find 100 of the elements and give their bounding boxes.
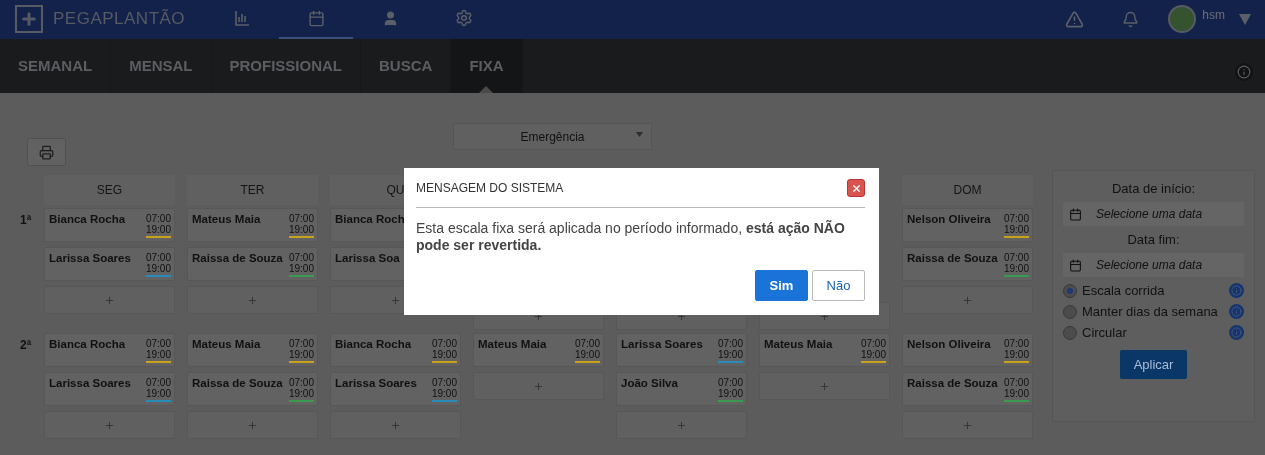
- start-date-label: Data de início:: [1110, 181, 1197, 196]
- shift-card[interactable]: Mateus Maia 07:00 19:00: [187, 333, 318, 367]
- shift-card[interactable]: Raissa de Souza 07:00 19:00: [902, 247, 1033, 281]
- shift-card[interactable]: Raissa de Souza 07:00 19:00: [187, 247, 318, 281]
- brand-name: PEGAPLANTÃO: [53, 9, 186, 30]
- start-date-input[interactable]: Selecione uma data: [1094, 206, 1238, 222]
- warning-icon[interactable]: [1064, 9, 1084, 29]
- radio-button[interactable]: [1063, 283, 1077, 298]
- end-date-input[interactable]: Selecione uma data: [1094, 257, 1238, 273]
- staff-name: Larissa Soares: [621, 338, 703, 352]
- shift-time: 19:00: [1003, 263, 1029, 277]
- radio-button[interactable]: [1063, 325, 1077, 340]
- dialog-button[interactable]: Sim: [755, 270, 808, 301]
- shift-time: 07:00: [431, 377, 457, 388]
- bell-icon[interactable]: [1121, 10, 1139, 28]
- shift-card[interactable]: Larissa Soares 07:00 19:00: [330, 372, 461, 406]
- plus-icon: [962, 294, 973, 306]
- radio-label[interactable]: Escala corrida: [1082, 283, 1224, 298]
- radio-label[interactable]: Manter dias da semana: [1082, 304, 1224, 319]
- staff-name: Bianca Roch: [335, 213, 405, 227]
- plus-icon: [676, 419, 687, 431]
- dialog-button[interactable]: Não: [812, 270, 865, 301]
- print-button[interactable]: [27, 138, 66, 166]
- end-date-label: Data fim:: [1126, 232, 1181, 247]
- shift-card[interactable]: Bianca Rocha 07:00 19:00: [330, 333, 461, 367]
- day-header: QU: [386, 183, 405, 197]
- shift-time: 19:00: [1003, 388, 1029, 402]
- shift-time: 19:00: [145, 263, 171, 277]
- shift-card[interactable]: Larissa Soares 07:00 19:00: [44, 247, 175, 281]
- staff-name: Raissa de Souza: [907, 377, 998, 391]
- plus-icon: [390, 419, 401, 431]
- shift-card[interactable]: Larissa Soares 07:00 19:00: [616, 333, 747, 367]
- staff-name: Larissa Soa: [335, 252, 400, 266]
- shift-time: 07:00: [145, 213, 171, 224]
- shift-time: 07:00: [1003, 338, 1029, 349]
- shift-time: 07:00: [288, 213, 314, 224]
- shift-time: 07:00: [1003, 252, 1029, 263]
- row-label: 1ª: [20, 213, 32, 227]
- plus-icon: [247, 294, 258, 306]
- shift-card[interactable]: Raissa de Souza 07:00 19:00: [187, 372, 318, 406]
- shift-card[interactable]: Bianca Rocha 07:00 19:00: [44, 333, 175, 367]
- logo-icon: [15, 5, 43, 34]
- shift-time: 19:00: [431, 349, 457, 363]
- shift-time: 19:00: [288, 224, 314, 238]
- start-date-field[interactable]: Selecione uma data: [1063, 202, 1244, 226]
- shift-card[interactable]: Mateus Maia 07:00 19:00: [473, 333, 604, 367]
- tab[interactable]: MENSAL: [111, 38, 212, 93]
- end-date-field[interactable]: Selecione uma data: [1063, 253, 1244, 277]
- tab[interactable]: FIXA: [451, 38, 523, 93]
- shift-time: 19:00: [431, 388, 457, 402]
- info-icon[interactable]: [1229, 283, 1244, 298]
- shift-card[interactable]: João Silva 07:00 19:00: [616, 372, 747, 406]
- shift-card[interactable]: Nelson Oliveira 07:00 19:00: [902, 208, 1033, 242]
- shift-time: 07:00: [145, 252, 171, 263]
- info-icon[interactable]: [1229, 325, 1244, 340]
- info-icon[interactable]: [1229, 304, 1244, 319]
- shift-time: 07:00: [288, 377, 314, 388]
- staff-name: Nelson Oliveira: [907, 338, 991, 352]
- user-name[interactable]: hsm: [1202, 8, 1225, 22]
- staff-name: Larissa Soares: [49, 377, 131, 391]
- settings-icon: [455, 9, 473, 28]
- info-icon[interactable]: [1235, 63, 1253, 81]
- staff-name: Mateus Maia: [192, 338, 261, 352]
- apply-button[interactable]: Aplicar: [1119, 350, 1188, 379]
- close-icon: [850, 182, 862, 194]
- staff-name: Nelson Oliveira: [907, 213, 991, 227]
- shift-time: 07:00: [288, 338, 314, 349]
- staff-name: Bianca Rocha: [49, 213, 126, 227]
- day-header: SEG: [96, 183, 123, 197]
- tab[interactable]: PROFISSIONAL: [211, 38, 362, 93]
- dialog-title: MENSAGEM DO SISTEMA: [416, 181, 564, 195]
- shift-time: 07:00: [431, 338, 457, 349]
- sector-dropdown[interactable]: Emergência: [453, 123, 652, 150]
- shift-time: 07:00: [860, 338, 886, 349]
- tab[interactable]: SEMANAL: [0, 38, 112, 93]
- radio-label[interactable]: Circular: [1082, 325, 1224, 340]
- shift-time: 19:00: [1003, 349, 1029, 363]
- calendar-icon: [1069, 257, 1082, 273]
- shift-time: 19:00: [145, 224, 171, 238]
- shift-card[interactable]: Raissa de Souza 07:00 19:00: [902, 372, 1033, 406]
- staff-name: Raissa de Souza: [192, 377, 283, 391]
- radio-button[interactable]: [1063, 304, 1077, 319]
- shift-card[interactable]: Mateus Maia 07:00 19:00: [187, 208, 318, 242]
- shift-time: 07:00: [717, 377, 743, 388]
- shift-card[interactable]: Bianca Rocha 07:00 19:00: [44, 208, 175, 242]
- caret-icon: [636, 132, 643, 137]
- plus-icon: [104, 419, 115, 431]
- shift-time: 07:00: [717, 338, 743, 349]
- shift-time: 19:00: [860, 349, 886, 363]
- staff-name: Mateus Maia: [478, 338, 547, 352]
- shift-time: 19:00: [288, 349, 314, 363]
- shift-card[interactable]: Larissa Soares 07:00 19:00: [44, 372, 175, 406]
- close-button[interactable]: [847, 179, 865, 197]
- shift-card[interactable]: Mateus Maia 07:00 19:00: [759, 333, 890, 367]
- caret-icon[interactable]: [1239, 13, 1251, 25]
- staff-name: Mateus Maia: [192, 213, 261, 227]
- plus-icon: [104, 294, 115, 306]
- avatar[interactable]: [1168, 5, 1197, 34]
- shift-card[interactable]: Nelson Oliveira 07:00 19:00: [902, 333, 1033, 367]
- shift-time: 19:00: [288, 388, 314, 402]
